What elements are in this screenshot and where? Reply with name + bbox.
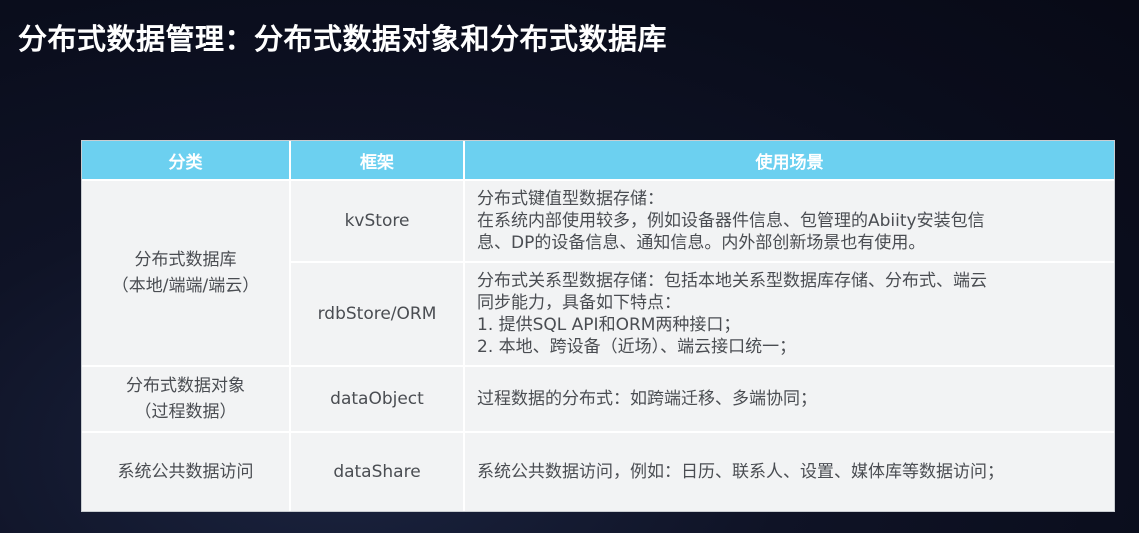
table-row: 分布式数据对象 （过程数据） dataObject 过程数据的分布式：如跨端迁移… (82, 366, 1114, 433)
table-header-row: 分类 框架 使用场景 (82, 141, 1114, 181)
table-row: 系统公共数据访问 dataShare 系统公共数据访问，例如：日历、联系人、设置… (82, 432, 1114, 511)
usage-cell: 分布式键值型数据存储： 在系统内部使用较多，例如设备器件信息、包管理的Abiit… (464, 180, 1114, 263)
usage-line: 息、DP的设备信息、通知信息。内外部创新场景也有使用。 (477, 233, 926, 253)
category-label: 分布式数据库 (134, 250, 237, 270)
slide-title: 分布式数据管理：分布式数据对象和分布式数据库 (18, 22, 668, 56)
usage-line: 分布式键值型数据存储： (477, 189, 664, 209)
framework-cell: dataShare (290, 432, 465, 511)
header-category: 分类 (82, 141, 291, 181)
usage-line: 分布式关系型数据存储：包括本地关系型数据库存储、分布式、端云 (477, 271, 987, 291)
usage-line: 系统公共数据访问，例如：日历、联系人、设置、媒体库等数据访问； (477, 462, 1004, 482)
usage-cell: 分布式关系型数据存储：包括本地关系型数据库存储、分布式、端云 同步能力，具备如下… (464, 262, 1114, 367)
usage-line: 1. 提供SQL API和ORM两种接口； (477, 315, 741, 335)
framework-cell: kvStore (290, 180, 465, 263)
usage-cell: 过程数据的分布式：如跨端迁移、多端协同； (464, 366, 1114, 433)
table-row: 分布式数据库 （本地/端端/端云） kvStore 分布式键值型数据存储： 在系… (82, 180, 1114, 367)
category-label: 系统公共数据访问 (117, 462, 254, 482)
header-usage: 使用场景 (464, 141, 1114, 181)
data-management-table: 分类 框架 使用场景 分布式数据库 （本地/端端/端云） kvStore 分布式… (81, 140, 1115, 512)
framework-cell: rdbStore/ORM (290, 262, 465, 367)
category-cell: 分布式数据对象 （过程数据） (82, 366, 291, 433)
category-cell: 系统公共数据访问 (82, 432, 291, 511)
usage-cell: 系统公共数据访问，例如：日历、联系人、设置、媒体库等数据访问； (464, 432, 1114, 511)
usage-line: 在系统内部使用较多，例如设备器件信息、包管理的Abiity安装包信 (477, 211, 985, 231)
category-sublabel: （过程数据） (134, 402, 237, 422)
category-label: 分布式数据对象 (126, 376, 245, 396)
usage-line: 过程数据的分布式：如跨端迁移、多端协同； (477, 389, 817, 409)
category-cell: 分布式数据库 （本地/端端/端云） (82, 180, 291, 367)
usage-line: 同步能力，具备如下特点： (477, 293, 681, 313)
usage-line: 2. 本地、跨设备（近场）、端云接口统一； (477, 337, 797, 357)
category-sublabel: （本地/端端/端云） (111, 276, 260, 296)
header-framework: 框架 (290, 141, 465, 181)
framework-cell: dataObject (290, 366, 465, 433)
